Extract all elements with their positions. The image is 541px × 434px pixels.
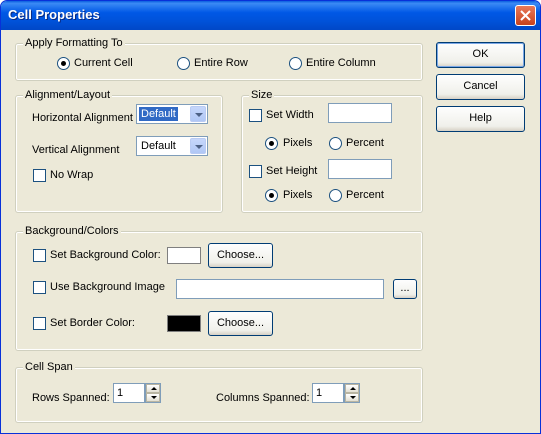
width-percent-radio[interactable] [329,137,342,150]
horizontal-alignment-value: Default [139,107,178,121]
choose-border-color-button[interactable]: Choose... [208,311,273,336]
window-title: Cell Properties [8,7,100,22]
cancel-button[interactable]: Cancel [436,74,525,100]
height-input[interactable] [328,159,392,179]
width-pixels-radio[interactable] [265,137,278,150]
help-button[interactable]: Help [436,106,525,132]
bg-color-swatch [167,247,201,264]
width-input[interactable] [328,103,392,123]
set-height-checkbox[interactable] [249,165,262,178]
close-icon [520,10,531,21]
use-bg-image-checkbox[interactable] [33,281,46,294]
current-cell-radio[interactable] [57,57,70,70]
columns-spanned-spinner[interactable] [344,383,360,403]
use-bg-image-label: Use Background Image [50,281,165,293]
rows-spanned-spinner[interactable] [145,383,161,403]
height-percent-radio[interactable] [329,189,342,202]
no-wrap-label: No Wrap [50,169,94,181]
cell-properties-dialog: Cell Properties Apply Formatting To Curr… [0,0,541,434]
rows-spanned-input[interactable]: 1 [113,383,145,403]
columns-spanned-label: Columns Spanned: [216,392,310,404]
columns-spanned-input[interactable]: 1 [312,383,344,403]
height-pixels-radio[interactable] [265,189,278,202]
spin-down-icon[interactable] [345,393,359,402]
vertical-alignment-select[interactable]: Default [136,136,208,156]
size-legend: Size [249,89,275,101]
set-width-checkbox[interactable] [249,109,262,122]
chevron-down-icon[interactable] [190,106,206,122]
bg-image-input[interactable] [176,279,384,299]
title-bar[interactable]: Cell Properties [1,1,540,30]
height-percent-label: Percent [346,189,384,201]
set-border-color-checkbox[interactable] [33,317,46,330]
set-height-label: Set Height [266,165,318,177]
chevron-down-icon[interactable] [190,138,206,154]
vertical-alignment-value: Default [141,140,176,152]
horizontal-alignment-select[interactable]: Default [136,104,208,124]
height-pixels-label: Pixels [283,189,313,201]
ok-button[interactable]: OK [436,42,525,68]
close-button[interactable] [515,5,536,26]
spin-up-icon[interactable] [345,384,359,393]
cell-span-legend: Cell Span [23,361,75,373]
rows-spanned-label: Rows Spanned: [32,392,110,404]
no-wrap-checkbox[interactable] [33,169,46,182]
entire-row-label: Entire Row [194,57,248,69]
set-bg-color-checkbox[interactable] [33,249,46,262]
width-percent-label: Percent [346,137,384,149]
width-pixels-label: Pixels [283,137,313,149]
set-border-color-label: Set Border Color: [50,317,135,329]
current-cell-label: Current Cell [74,57,133,69]
entire-row-radio[interactable] [177,57,190,70]
set-width-label: Set Width [266,109,314,121]
browse-image-button[interactable]: ... [393,279,417,299]
spin-up-icon[interactable] [146,384,160,393]
alignment-legend: Alignment/Layout [23,89,112,101]
vertical-alignment-label: Vertical Alignment [32,144,120,156]
spin-down-icon[interactable] [146,393,160,402]
border-color-swatch [167,315,201,332]
horizontal-alignment-label: Horizontal Alignment [32,112,133,124]
choose-bg-color-button[interactable]: Choose... [208,243,273,268]
entire-column-label: Entire Column [306,57,376,69]
background-legend: Background/Colors [23,225,121,237]
apply-formatting-legend: Apply Formatting To [23,37,125,49]
set-bg-color-label: Set Background Color: [50,249,161,261]
entire-column-radio[interactable] [289,57,302,70]
